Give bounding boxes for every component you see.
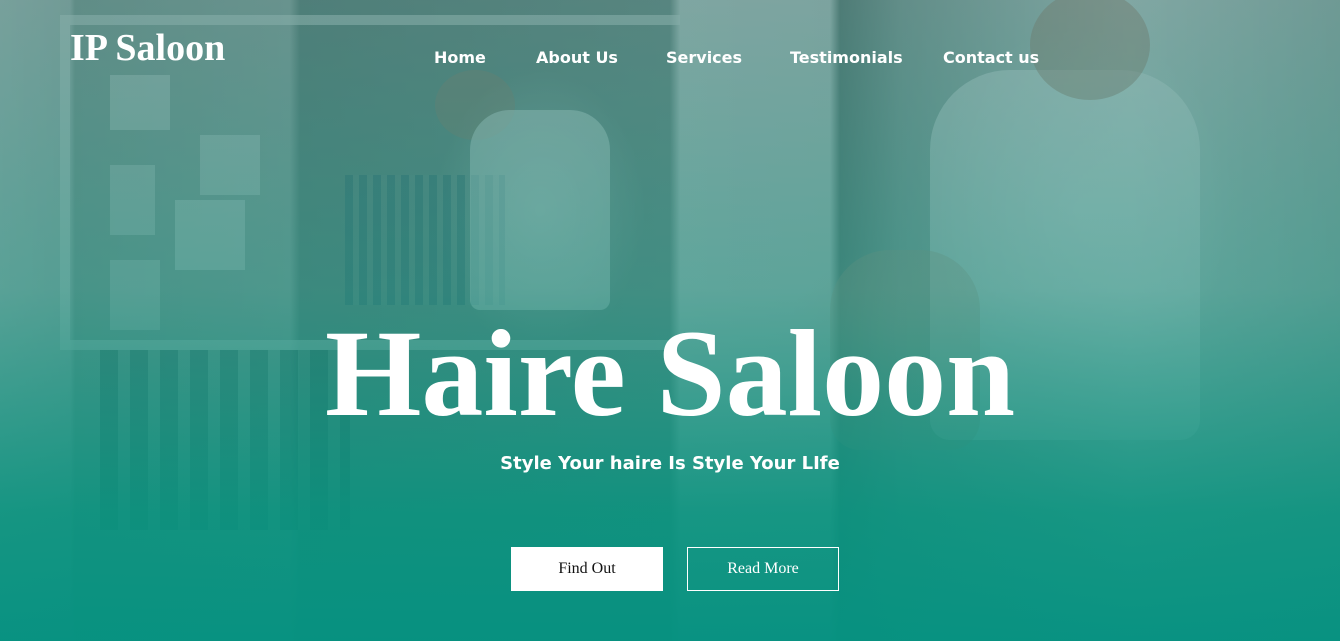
hero-title: Haire Saloon bbox=[324, 305, 1016, 442]
nav-link-testimonials[interactable]: Testimonials bbox=[790, 46, 903, 70]
find-out-button[interactable]: Find Out bbox=[511, 547, 663, 591]
main-navigation: Home About Us Services Testimonials Cont… bbox=[0, 46, 1340, 70]
nav-link-services[interactable]: Services bbox=[666, 46, 742, 70]
hero-tagline: Style Your haire Is Style Your LIfe bbox=[500, 453, 840, 474]
read-more-button[interactable]: Read More bbox=[687, 547, 839, 591]
nav-link-home[interactable]: Home bbox=[434, 46, 486, 70]
nav-link-about-us[interactable]: About Us bbox=[536, 46, 618, 70]
hero-section: IP Saloon Home About Us Services Testimo… bbox=[0, 0, 1340, 641]
nav-link-contact-us[interactable]: Contact us bbox=[943, 46, 1039, 70]
hero-content: IP Saloon Home About Us Services Testimo… bbox=[0, 0, 1340, 641]
